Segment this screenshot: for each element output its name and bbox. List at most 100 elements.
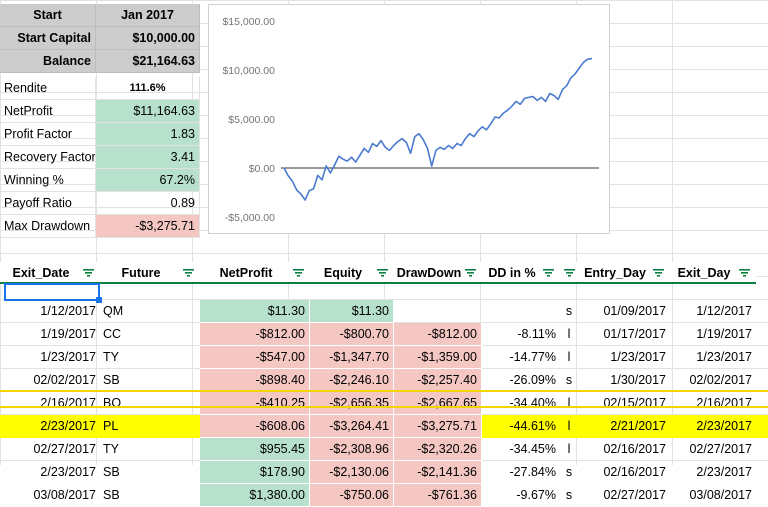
cell-entry-day[interactable]: 1/23/2017 <box>578 346 670 369</box>
cell-exit-date[interactable]: 2/23/2017 <box>0 461 100 484</box>
cell-exit-day[interactable]: 2/23/2017 <box>670 461 756 484</box>
selected-cell[interactable] <box>4 283 102 303</box>
balance-label[interactable]: Balance <box>0 50 96 73</box>
cell-drawdown[interactable]: -$2,257.40 <box>394 369 482 392</box>
cell-exit-day[interactable]: 03/08/2017 <box>670 484 756 507</box>
equity-chart[interactable]: $15,000.00 $10,000.00 $5,000.00 $0.00 -$5,00… <box>208 4 610 234</box>
cell-direction[interactable]: l <box>560 346 578 369</box>
cell-dd-pct[interactable]: -27.84% <box>482 461 560 484</box>
cell-exit-date[interactable]: 02/02/2017 <box>0 369 100 392</box>
start-capital-value[interactable]: $10,000.00 <box>96 27 200 50</box>
metric-value[interactable]: $11,164.63 <box>96 100 200 123</box>
cell-exit-date[interactable]: 1/12/2017 <box>0 300 100 323</box>
metric-value[interactable]: 0.89 <box>96 192 200 215</box>
cell-exit-date[interactable]: 1/19/2017 <box>0 323 100 346</box>
cell-exit-day[interactable]: 1/12/2017 <box>670 300 756 323</box>
col-future-header[interactable]: Future <box>100 262 200 284</box>
cell-exit-date[interactable]: 03/08/2017 <box>0 484 100 507</box>
cell-direction[interactable]: l <box>560 438 578 461</box>
cell-equity[interactable]: -$2,246.10 <box>310 369 394 392</box>
cell-entry-day[interactable]: 02/16/2017 <box>578 438 670 461</box>
metric-label[interactable]: Payoff Ratio <box>0 192 96 215</box>
cell-equity[interactable]: -$2,130.06 <box>310 461 394 484</box>
col-exit-day-header[interactable]: Exit_Day <box>670 262 756 284</box>
cell-drawdown[interactable]: -$1,359.00 <box>394 346 482 369</box>
cell-direction[interactable]: s <box>560 461 578 484</box>
metric-label[interactable]: NetProfit <box>0 100 96 123</box>
cell-dd-pct[interactable] <box>482 300 560 323</box>
filter-icon[interactable] <box>564 269 575 277</box>
metric-label[interactable]: Rendite <box>0 77 96 100</box>
cell-equity[interactable]: -$3,264.41 <box>310 415 394 438</box>
cell-drawdown[interactable] <box>394 300 482 323</box>
cell-future[interactable]: QM <box>100 300 200 323</box>
metric-label[interactable]: Winning % <box>0 169 96 192</box>
balance-value[interactable]: $21,164.63 <box>96 50 200 73</box>
filter-icon[interactable] <box>653 269 664 277</box>
cell-dd-pct[interactable]: -34.40% <box>482 392 560 415</box>
filter-icon[interactable] <box>293 269 304 277</box>
cell-entry-day[interactable]: 2/21/2017 <box>578 415 670 438</box>
cell-equity[interactable]: -$1,347.70 <box>310 346 394 369</box>
cell-exit-date[interactable]: 02/27/2017 <box>0 438 100 461</box>
cell-future[interactable]: PL <box>100 415 200 438</box>
start-value[interactable]: Jan 2017 <box>96 4 200 27</box>
metric-value[interactable]: -$3,275.71 <box>96 215 200 238</box>
cell-future[interactable]: BO <box>100 392 200 415</box>
cell-direction[interactable]: s <box>560 484 578 507</box>
cell-drawdown[interactable]: -$761.36 <box>394 484 482 507</box>
cell-entry-day[interactable]: 02/27/2017 <box>578 484 670 507</box>
cell-direction[interactable]: s <box>560 300 578 323</box>
cell-exit-day[interactable]: 2/23/2017 <box>670 415 756 438</box>
cell-entry-day[interactable]: 01/09/2017 <box>578 300 670 323</box>
cell-exit-day[interactable]: 2/16/2017 <box>670 392 756 415</box>
cell-exit-day[interactable]: 1/19/2017 <box>670 323 756 346</box>
cell-direction[interactable]: l <box>560 323 578 346</box>
cell-drawdown[interactable]: -$2,320.26 <box>394 438 482 461</box>
cell-entry-day[interactable]: 02/16/2017 <box>578 461 670 484</box>
cell-drawdown[interactable]: -$2,141.36 <box>394 461 482 484</box>
cell-exit-date[interactable]: 2/23/2017 <box>0 415 100 438</box>
cell-equity[interactable]: -$2,656.35 <box>310 392 394 415</box>
cell-dd-pct[interactable]: -8.11% <box>482 323 560 346</box>
cell-future[interactable]: TY <box>100 438 200 461</box>
col-dd-pct-header[interactable]: DD in % <box>482 262 560 284</box>
cell-exit-date[interactable]: 2/16/2017 <box>0 392 100 415</box>
cell-netprofit[interactable]: $11.30 <box>200 300 310 323</box>
cell-future[interactable]: TY <box>100 346 200 369</box>
cell-equity[interactable]: -$2,308.96 <box>310 438 394 461</box>
metric-value[interactable]: 3.41 <box>96 146 200 169</box>
cell-future[interactable]: SB <box>100 461 200 484</box>
cell-netprofit[interactable]: -$547.00 <box>200 346 310 369</box>
filter-icon[interactable] <box>377 269 388 277</box>
cell-netprofit[interactable]: $178.90 <box>200 461 310 484</box>
cell-netprofit[interactable]: $955.45 <box>200 438 310 461</box>
col-direction-header[interactable] <box>560 262 578 284</box>
metric-label[interactable]: Profit Factor <box>0 123 96 146</box>
cell-entry-day[interactable]: 02/15/2017 <box>578 392 670 415</box>
col-netprofit-header[interactable]: NetProfit <box>200 262 310 284</box>
cell-dd-pct[interactable]: -34.45% <box>482 438 560 461</box>
metric-label[interactable]: Recovery Factor <box>0 146 96 169</box>
start-capital-label[interactable]: Start Capital <box>0 27 96 50</box>
col-exit-date-header[interactable]: Exit_Date <box>0 262 100 284</box>
cell-dd-pct[interactable]: -14.77% <box>482 346 560 369</box>
cell-direction[interactable]: s <box>560 369 578 392</box>
cell-dd-pct[interactable]: -9.67% <box>482 484 560 507</box>
metric-value[interactable]: 1.83 <box>96 123 200 146</box>
cell-netprofit[interactable]: -$608.06 <box>200 415 310 438</box>
metric-label[interactable]: Max Drawdown <box>0 215 96 238</box>
cell-drawdown[interactable]: -$812.00 <box>394 323 482 346</box>
cell-equity[interactable]: -$750.06 <box>310 484 394 507</box>
cell-netprofit[interactable]: -$410.25 <box>200 392 310 415</box>
cell-drawdown[interactable]: -$2,667.65 <box>394 392 482 415</box>
filter-icon[interactable] <box>739 269 750 277</box>
cell-netprofit[interactable]: -$898.40 <box>200 369 310 392</box>
filter-icon[interactable] <box>83 269 94 277</box>
cell-equity[interactable]: -$800.70 <box>310 323 394 346</box>
cell-direction[interactable]: l <box>560 392 578 415</box>
cell-exit-day[interactable]: 02/02/2017 <box>670 369 756 392</box>
filter-icon[interactable] <box>543 269 554 277</box>
cell-future[interactable]: SB <box>100 369 200 392</box>
cell-exit-day[interactable]: 02/27/2017 <box>670 438 756 461</box>
